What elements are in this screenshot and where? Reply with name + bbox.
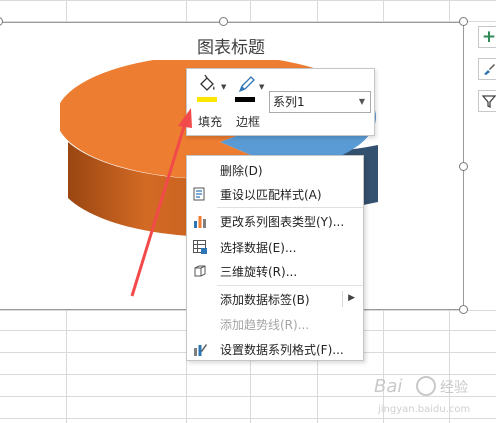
menu-item-label: 删除(D) [220, 164, 263, 178]
submenu-arrow-icon: ▶ [348, 293, 355, 303]
resize-handle-top[interactable] [219, 17, 228, 26]
svg-text:Bai: Bai [374, 376, 402, 397]
menu-item-add-trendline: 添加趋势线(R)... [187, 312, 363, 336]
menu-item-reset-style[interactable]: 重设以匹配样式(A) [187, 182, 363, 206]
fill-color-swatch [197, 97, 217, 102]
dropdown-arrow-icon: ▼ [259, 83, 265, 91]
dropdown-arrow-icon: ▼ [221, 83, 227, 91]
watermark: Bai 经验 jingyan.baidu.com [374, 376, 470, 415]
menu-separator [217, 285, 363, 286]
bar-chart-icon [194, 216, 206, 228]
context-menu: 删除(D) 重设以匹配样式(A) 更改系列图表类型(Y)... 选择数据(E).… [186, 155, 364, 361]
svg-text:经验: 经验 [440, 380, 468, 396]
plus-icon: + [481, 26, 496, 47]
3d-rotation-icon [194, 265, 206, 277]
chart-filters-button[interactable] [478, 90, 496, 112]
pen-icon [238, 76, 255, 93]
resize-handle-right[interactable] [459, 162, 468, 171]
paint-bucket-icon [200, 75, 215, 91]
menu-item-label: 设置数据系列格式(F)... [220, 343, 344, 357]
submenu-separator [342, 291, 343, 307]
format-mini-toolbar: ▼ 填充 ▼ 边框 系列1 ▼ [186, 68, 375, 136]
format-series-icon [194, 344, 207, 356]
filter-icon [482, 95, 496, 108]
menu-item-change-chart-type[interactable]: 更改系列图表类型(Y)... [187, 209, 363, 233]
menu-item-label: 添加趋势线(R)... [220, 318, 310, 332]
brush-icon [484, 64, 495, 75]
menu-separator [217, 207, 363, 208]
chevron-down-icon: ▼ [358, 97, 365, 106]
border-label: 边框 [235, 115, 260, 129]
menu-item-label: 添加数据标签(B) [220, 293, 310, 307]
chart-styles-button[interactable] [478, 58, 496, 80]
menu-item-3d-rotation[interactable]: 三维旋转(R)... [187, 259, 363, 283]
menu-item-select-data[interactable]: 选择数据(E)... [187, 235, 363, 259]
border-button[interactable]: ▼ 边框 [231, 75, 265, 129]
menu-item-delete[interactable]: 删除(D) [187, 158, 363, 182]
svg-text:jingyan.baidu.com: jingyan.baidu.com [377, 404, 470, 415]
chart-side-buttons: + [478, 26, 496, 122]
menu-item-label: 选择数据(E)... [220, 241, 297, 255]
fill-label: 填充 [197, 115, 222, 129]
border-color-swatch [235, 97, 255, 102]
chart-elements-button[interactable]: + [478, 26, 496, 48]
menu-item-format-data-series[interactable]: 设置数据系列格式(F)... [187, 337, 363, 361]
resize-handle-top-right[interactable] [459, 17, 468, 26]
series-select-value: 系列1 [273, 95, 305, 109]
chart-title[interactable]: 图表标题 [0, 33, 463, 58]
menu-item-label: 重设以匹配样式(A) [220, 188, 322, 202]
select-data-icon [193, 240, 207, 254]
fill-button[interactable]: ▼ 填充 [193, 75, 227, 129]
menu-item-add-data-labels[interactable]: 添加数据标签(B) ▶ [187, 287, 363, 311]
resize-handle-bottom-right[interactable] [459, 305, 468, 314]
menu-item-label: 更改系列图表类型(Y)... [220, 215, 345, 229]
reset-style-icon [193, 187, 205, 201]
menu-item-label: 三维旋转(R)... [220, 265, 298, 279]
series-select[interactable]: 系列1 ▼ [269, 91, 371, 113]
